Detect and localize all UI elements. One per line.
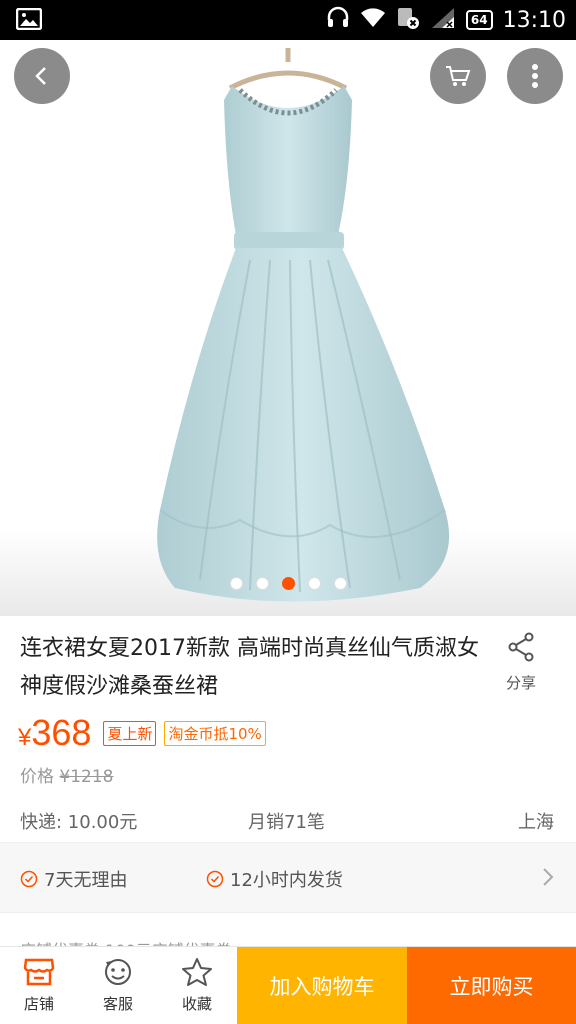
back-button[interactable] xyxy=(14,48,70,104)
guarantee-return: 7天无理由 xyxy=(20,866,127,892)
new-arrival-badge: 夏上新 xyxy=(103,720,157,746)
favorite-label: 收藏 xyxy=(181,995,212,1013)
product-title: 连衣裙女夏2017新款 高端时尚真丝仙气质淑女神度假沙滩桑蚕丝裙 xyxy=(20,636,479,699)
product-image-carousel[interactable] xyxy=(0,40,576,616)
back-icon xyxy=(35,67,46,85)
status-bar: 64 13:10 xyxy=(0,0,576,40)
carousel-dot[interactable] xyxy=(333,577,347,590)
carousel-dot[interactable] xyxy=(307,577,321,590)
carousel-dot[interactable] xyxy=(255,577,269,590)
service-guarantees[interactable]: 7天无理由 12小时内发货 xyxy=(0,842,576,912)
carousel-indicator xyxy=(0,577,576,590)
signal-icon xyxy=(430,7,456,33)
star-icon xyxy=(182,958,212,986)
headset-icon xyxy=(326,6,350,34)
price: ¥368 xyxy=(18,712,92,753)
clock: 13:10 xyxy=(502,7,566,33)
store-label: 店铺 xyxy=(23,995,54,1013)
check-circle-icon xyxy=(20,870,38,888)
chevron-right-icon xyxy=(543,868,554,886)
cart-icon xyxy=(446,66,471,86)
cart-button[interactable] xyxy=(430,48,486,104)
share-icon xyxy=(508,632,534,662)
coins-badge: 淘金币抵10% xyxy=(164,720,266,746)
carousel-dot-active[interactable] xyxy=(281,577,295,590)
battery-icon: 64 xyxy=(465,10,493,30)
store-icon xyxy=(23,958,55,986)
original-price: 价格 ¥1218 xyxy=(20,767,114,787)
image-icon xyxy=(15,7,43,31)
product-info: 连衣裙女夏2017新款 高端时尚真丝仙气质淑女神度假沙滩桑蚕丝裙 分享 ¥368… xyxy=(0,616,576,842)
share-label: 分享 xyxy=(505,674,536,692)
guarantee-dispatch: 12小时内发货 xyxy=(206,866,343,892)
bottom-action-bar: 店铺 客服 收藏 加入购物车 立即购买 xyxy=(0,946,576,1024)
service-label: 客服 xyxy=(102,995,133,1013)
chat-face-icon xyxy=(105,959,131,985)
monthly-sales: 月销71笔 xyxy=(248,812,325,833)
shipping-fee: 快递: 10.00元 xyxy=(20,812,138,833)
store-button[interactable]: 店铺 xyxy=(0,947,78,1024)
more-button[interactable] xyxy=(507,48,563,104)
more-icon xyxy=(532,64,538,88)
product-photo xyxy=(0,40,576,616)
buy-now-button[interactable]: 立即购买 xyxy=(407,947,576,1024)
share-button[interactable]: 分享 xyxy=(496,632,546,693)
customer-service-button[interactable]: 客服 xyxy=(79,947,157,1024)
carousel-dot[interactable] xyxy=(229,577,243,590)
check-circle-icon xyxy=(206,870,224,888)
wifi-icon xyxy=(360,7,386,33)
favorite-button[interactable]: 收藏 xyxy=(158,947,236,1024)
add-to-cart-button[interactable]: 加入购物车 xyxy=(237,947,407,1024)
sim-off-icon xyxy=(396,6,420,34)
ship-location: 上海 xyxy=(518,812,554,833)
